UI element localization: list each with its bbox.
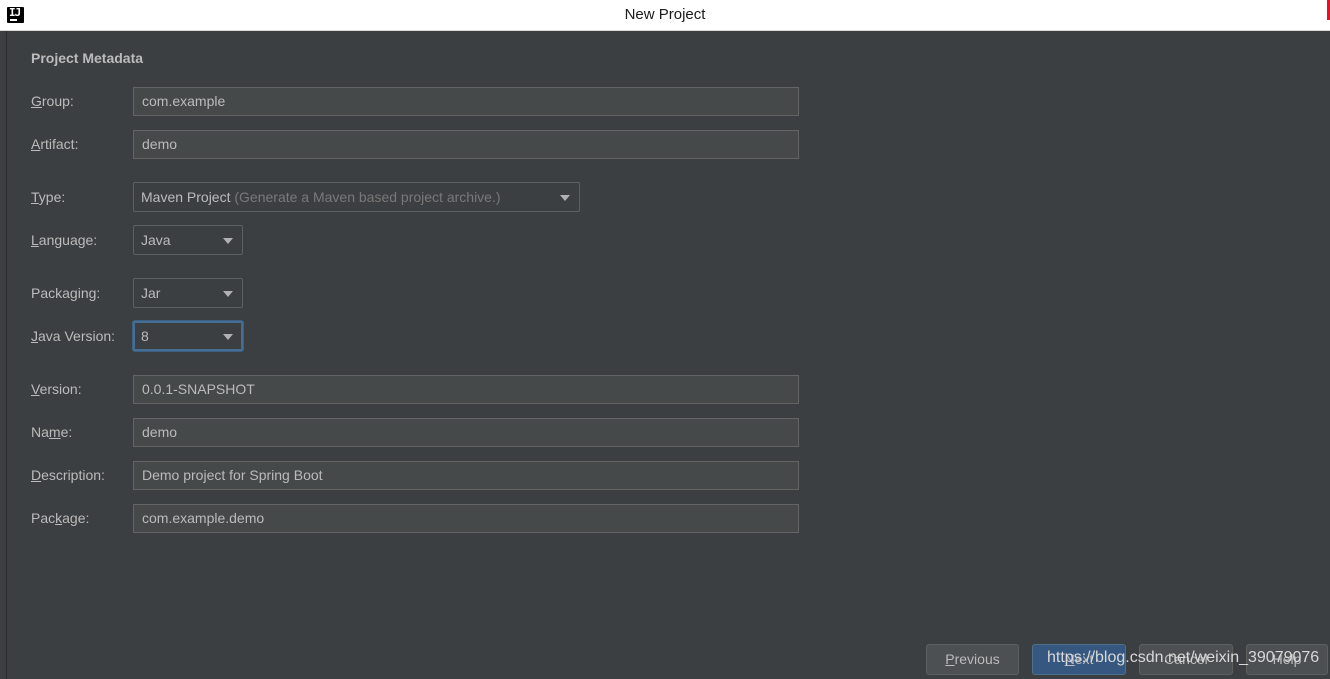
type-dropdown[interactable]: Maven Project (Generate a Maven based pr… bbox=[133, 182, 580, 212]
java-version-dropdown[interactable]: 8 bbox=[133, 321, 243, 351]
cancel-button[interactable]: Cancel bbox=[1139, 644, 1233, 675]
package-input[interactable]: com.example.demo bbox=[133, 504, 799, 533]
version-input[interactable]: 0.0.1-SNAPSHOT bbox=[133, 375, 799, 404]
packaging-dropdown-value: Jar bbox=[141, 285, 161, 301]
window-title: New Project bbox=[624, 6, 706, 23]
new-project-dialog: IJ New Project Project Metadata Group: c… bbox=[0, 0, 1330, 679]
group-input[interactable]: com.example bbox=[133, 87, 799, 116]
java-version-label-mnemonic: J bbox=[31, 328, 38, 344]
dialog-content bbox=[6, 31, 1330, 679]
language-dropdown-value: Java bbox=[141, 232, 171, 248]
name-label-text: e: bbox=[60, 424, 73, 440]
packaging-label-text: ing: bbox=[77, 285, 101, 301]
chevron-down-icon bbox=[560, 195, 570, 201]
next-button[interactable]: Next bbox=[1032, 644, 1126, 675]
artifact-label-text: rtifact: bbox=[40, 136, 79, 152]
previous-button-mnemonic: P bbox=[945, 651, 955, 667]
language-label-mnemonic: L bbox=[31, 232, 39, 248]
previous-button[interactable]: Previous bbox=[926, 644, 1019, 675]
version-label-text: ersion: bbox=[39, 381, 82, 397]
packaging-label-pre: Packa bbox=[31, 285, 70, 301]
language-label-text: anguage: bbox=[38, 232, 98, 248]
language-label: Language: bbox=[31, 231, 97, 249]
group-label-text: roup: bbox=[41, 93, 74, 109]
type-label-text: ype: bbox=[38, 189, 66, 205]
group-label-mnemonic: G bbox=[31, 93, 42, 109]
package-label-pre: Pac bbox=[31, 510, 56, 526]
type-label: Type: bbox=[31, 188, 65, 206]
name-label: Name: bbox=[31, 423, 72, 441]
language-dropdown[interactable]: Java bbox=[133, 225, 243, 255]
chevron-down-icon bbox=[223, 291, 233, 297]
help-button[interactable]: Help bbox=[1246, 644, 1328, 675]
chevron-down-icon bbox=[223, 238, 233, 244]
type-label-mnemonic: T bbox=[31, 189, 39, 205]
packaging-dropdown[interactable]: Jar bbox=[133, 278, 243, 308]
description-label-text: escription: bbox=[41, 467, 105, 483]
java-version-label-text: ava Version: bbox=[38, 328, 116, 344]
chevron-down-icon bbox=[223, 334, 233, 340]
type-dropdown-value: Maven Project bbox=[141, 189, 231, 205]
packaging-label-mnemonic: g bbox=[69, 285, 78, 301]
version-label: Version: bbox=[31, 380, 82, 398]
artifact-input[interactable]: demo bbox=[133, 130, 799, 159]
type-dropdown-hint: (Generate a Maven based project archive.… bbox=[234, 189, 501, 205]
description-label: Description: bbox=[31, 466, 105, 484]
name-label-mnemonic: m bbox=[48, 424, 61, 440]
name-input[interactable]: demo bbox=[133, 418, 799, 447]
previous-button-label: revious bbox=[954, 651, 1000, 667]
package-label: Package: bbox=[31, 509, 89, 527]
name-label-pre: Na bbox=[31, 424, 49, 440]
next-button-mnemonic: N bbox=[1064, 651, 1075, 667]
package-label-text: age: bbox=[62, 510, 90, 526]
section-title: Project Metadata bbox=[31, 50, 144, 66]
artifact-label: Artifact: bbox=[31, 135, 78, 153]
next-button-label: ext bbox=[1074, 651, 1094, 667]
artifact-label-mnemonic: A bbox=[31, 136, 41, 152]
description-label-mnemonic: D bbox=[31, 467, 42, 483]
description-input[interactable]: Demo project for Spring Boot bbox=[133, 461, 799, 490]
java-version-label: Java Version: bbox=[31, 327, 115, 345]
packaging-label: Packaging: bbox=[31, 284, 100, 302]
group-label: Group: bbox=[31, 92, 74, 110]
version-label-mnemonic: V bbox=[31, 381, 40, 397]
title-bar[interactable]: IJ New Project bbox=[0, 0, 1330, 31]
java-version-dropdown-value: 8 bbox=[141, 328, 149, 344]
